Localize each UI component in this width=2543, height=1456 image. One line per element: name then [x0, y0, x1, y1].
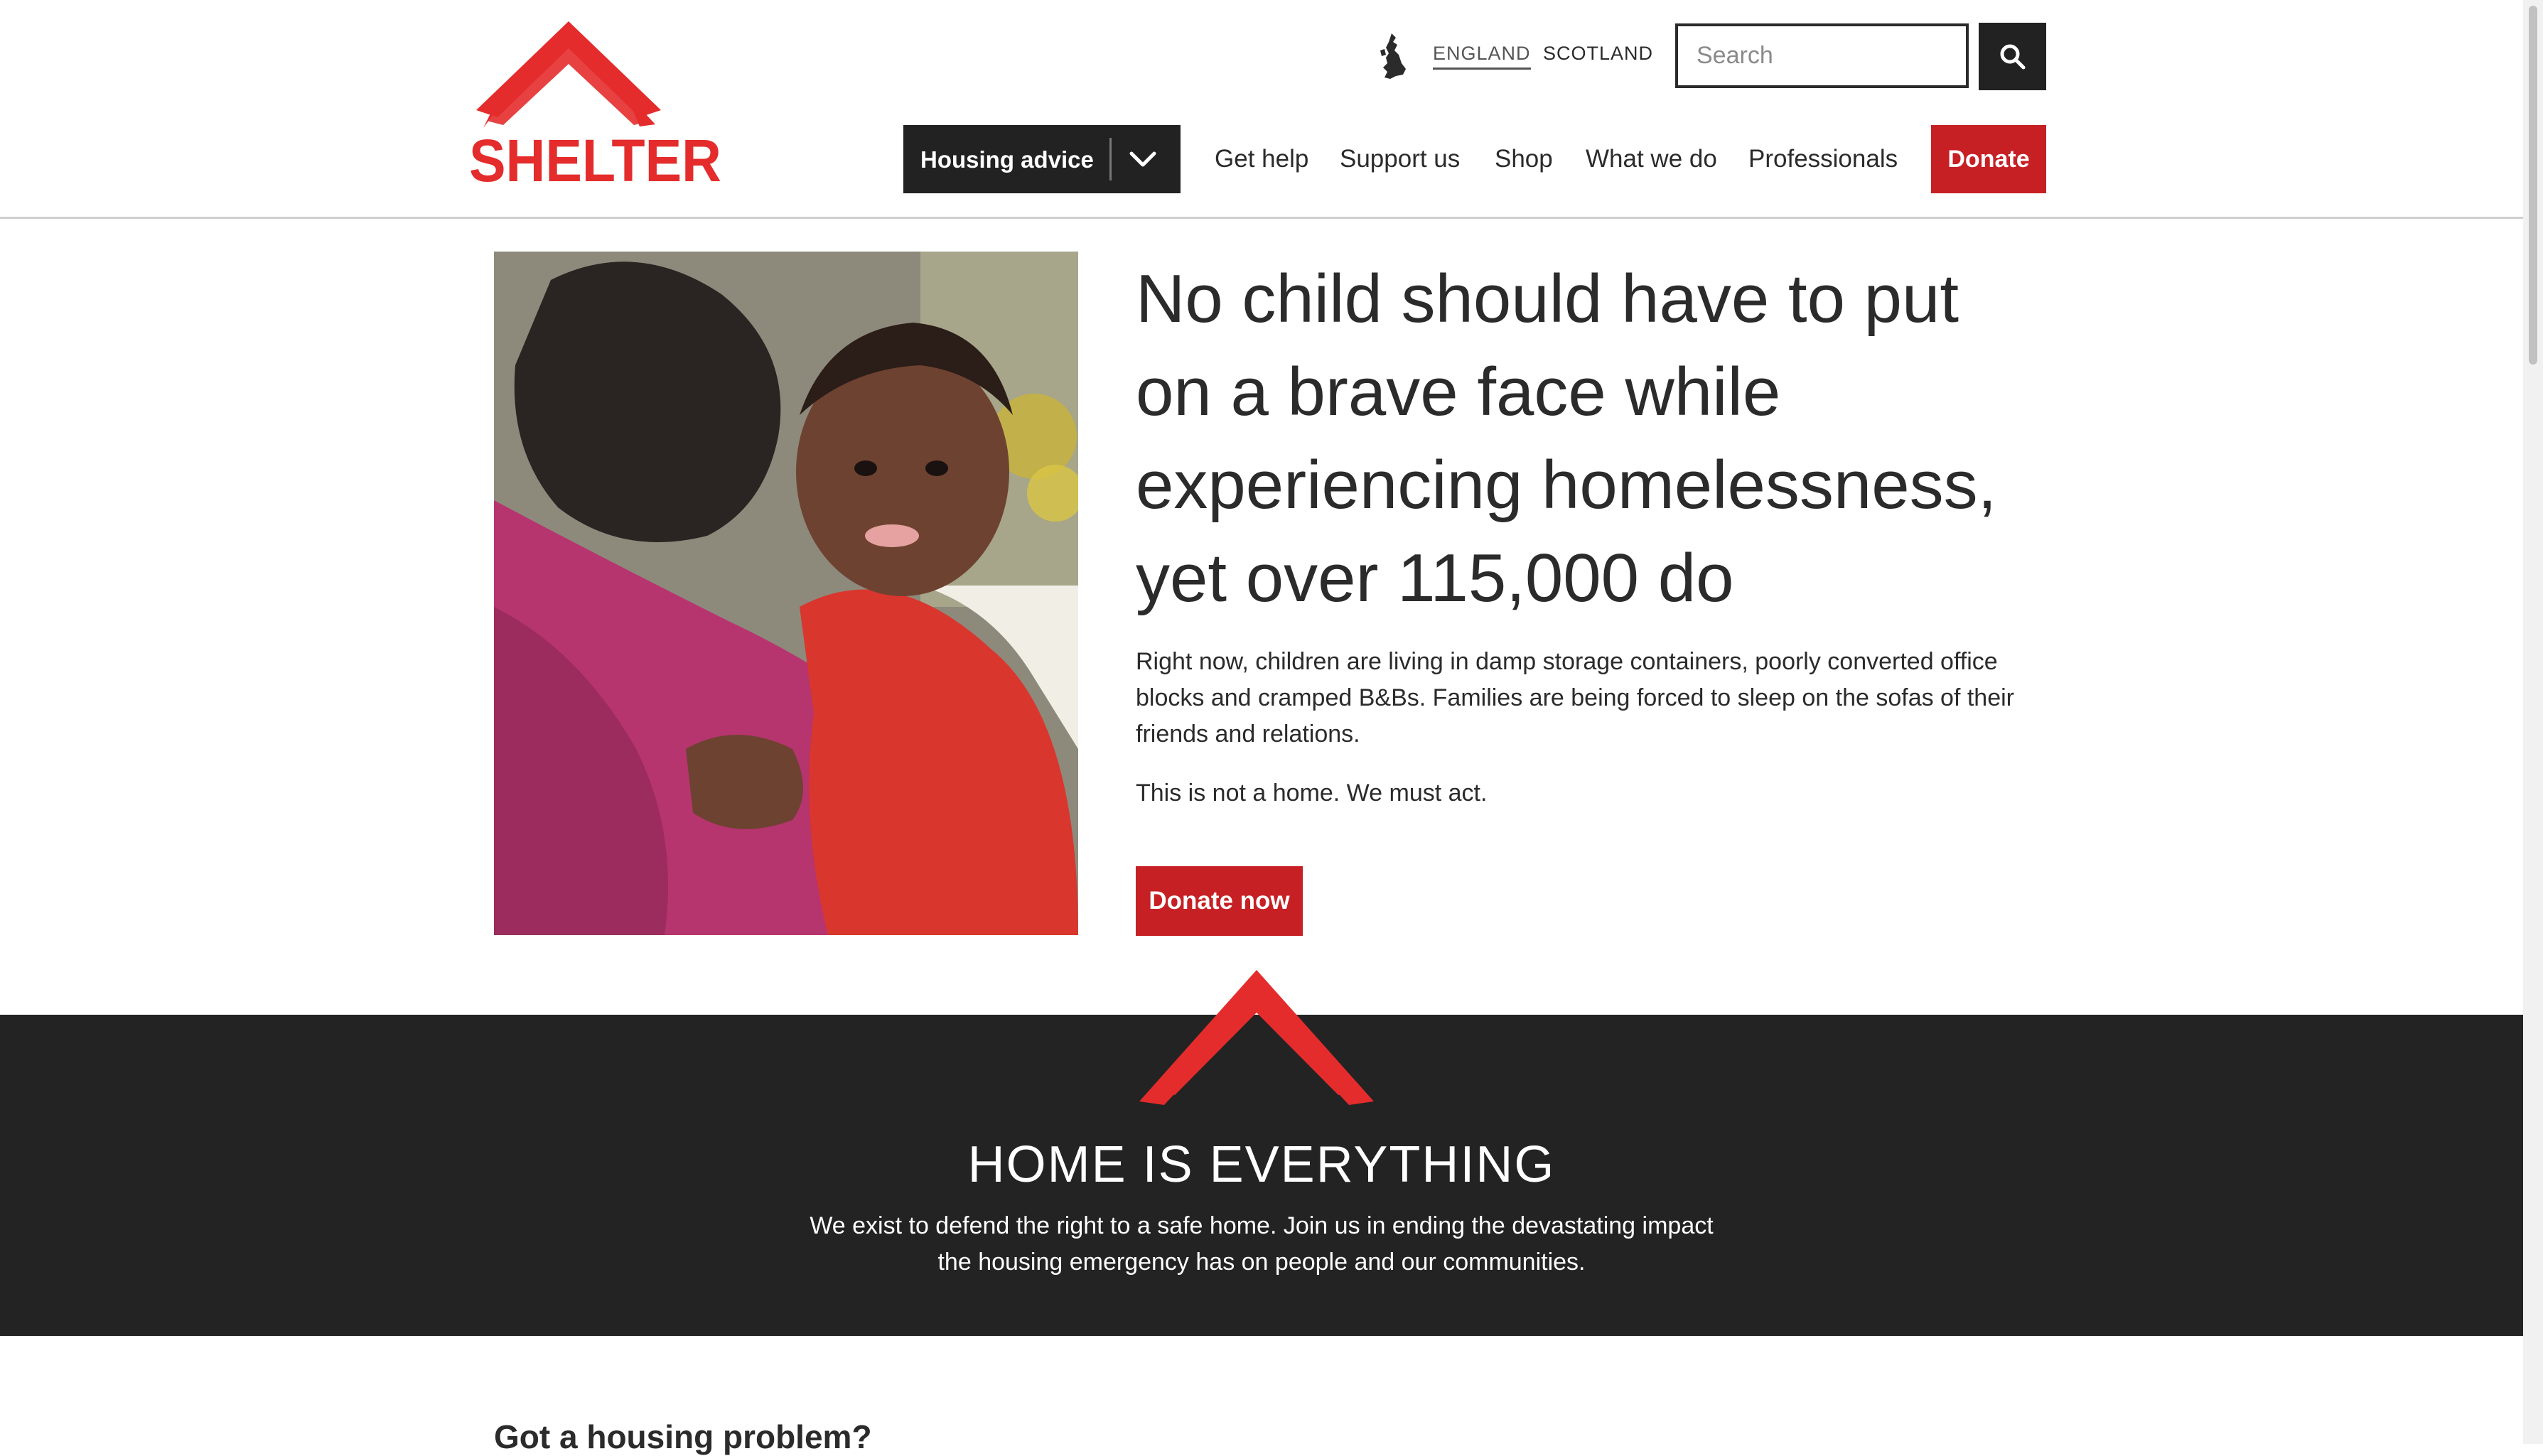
logo-wordmark[interactable]: SHELTER [469, 126, 721, 195]
donate-now-button[interactable]: Donate now [1136, 866, 1303, 936]
search-icon [2000, 44, 2025, 69]
hero-callout: This is not a home. We must act. [1136, 780, 1488, 807]
housing-advice-dropdown[interactable]: Housing advice [903, 125, 1181, 193]
search-input[interactable] [1675, 23, 1969, 88]
country-england-link[interactable]: ENGLAND [1433, 43, 1531, 70]
hero-heading: No child should have to put on a brave f… [1136, 261, 1997, 616]
donate-button[interactable]: Donate [1931, 125, 2046, 193]
hero-photo-mother-and-child [494, 252, 1078, 935]
nav-professionals[interactable]: Professionals [1748, 145, 1898, 173]
search-button[interactable] [1979, 23, 2046, 90]
scrollbar-thumb[interactable] [2529, 6, 2537, 365]
country-scotland-link[interactable]: SCOTLAND [1543, 43, 1653, 65]
site-header [0, 0, 2523, 219]
dropdown-divider [1109, 138, 1112, 180]
nav-get-help[interactable]: Get help [1215, 145, 1308, 173]
chevron-down-icon [1129, 151, 1156, 167]
hero-paragraph: Right now, children are living in damp s… [1136, 648, 2014, 748]
band-description: We exist to defend the right to a safe h… [810, 1212, 1714, 1276]
nav-support-us[interactable]: Support us [1340, 145, 1460, 173]
shelter-roof-mark-icon [1139, 970, 1374, 1105]
band-heading: HOME IS EVERYTHING [967, 1136, 1556, 1193]
housing-advice-label: Housing advice [920, 146, 1094, 173]
housing-problem-heading: Got a housing problem? [494, 1418, 872, 1455]
uk-map-icon [1380, 33, 1406, 79]
nav-shop[interactable]: Shop [1495, 145, 1553, 173]
nav-what-we-do[interactable]: What we do [1586, 145, 1717, 173]
